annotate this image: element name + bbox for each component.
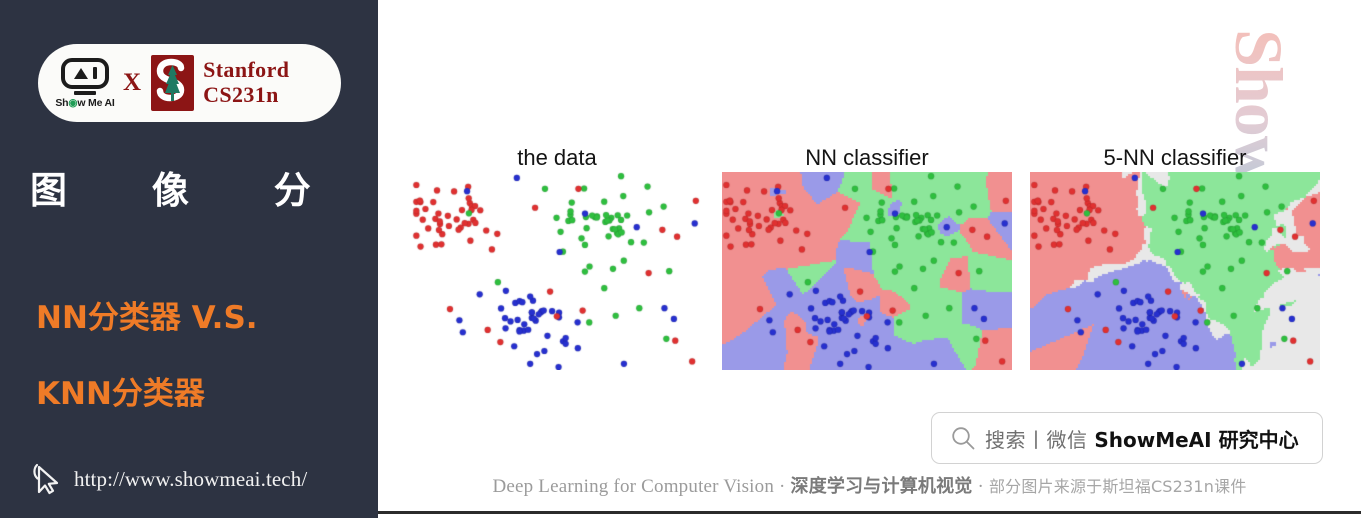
- panel-title-the-data: the data: [517, 145, 597, 170]
- subtitle-line-2: KNN分类器: [36, 376, 205, 412]
- wechat-search-bar[interactable]: 搜索丨微信 ShowMeAI 研究中心: [931, 412, 1323, 464]
- cursor-icon: [33, 463, 59, 495]
- plot-nn-classifier: [722, 172, 1012, 370]
- badge-separator: X: [123, 69, 142, 96]
- partner-line-2: CS231n: [203, 82, 279, 107]
- footer-chinese: 深度学习与计算机视觉: [790, 476, 973, 497]
- footer-source-note: 部分图片来源于斯坦福CS231n课件: [988, 477, 1247, 496]
- panel-title-5nn-classifier: 5-NN classifier: [1103, 145, 1247, 170]
- plot-the-data: [412, 172, 702, 370]
- main-content: ShowMeAI the data NN classifier 5-NN cla…: [378, 0, 1361, 518]
- footer-dot-2: ·: [977, 476, 984, 497]
- site-url-text: http://www.showmeai.tech/: [74, 466, 308, 491]
- caret-up-icon: [73, 67, 88, 79]
- monitor-icon: [61, 57, 109, 89]
- site-url-row[interactable]: http://www.showmeai.tech/: [32, 462, 307, 496]
- brand-badge: Sh◉w Me AI X Stanford CS231n: [38, 44, 341, 122]
- plot-5nn-classifier: [1030, 172, 1320, 370]
- page-title: 图 像 分 类: [30, 169, 378, 212]
- search-brand: ShowMeAI 研究中心: [1094, 427, 1299, 452]
- search-text: 搜索丨微信 ShowMeAI 研究中心: [985, 424, 1299, 453]
- footer-caption: Deep Learning for Computer Vision · 深度学习…: [378, 472, 1361, 498]
- search-label: 搜索丨微信: [985, 427, 1088, 452]
- footer-divider: [378, 511, 1361, 514]
- partner-name: Stanford CS231n: [203, 58, 289, 107]
- showmeai-wordmark: Sh◉w Me AI: [55, 96, 115, 109]
- footer-dot-1: ·: [779, 476, 786, 497]
- subtitle-line-1: NN分类器 V.S.: [36, 300, 258, 336]
- partner-line-1: Stanford: [203, 57, 290, 83]
- panel-title-nn-classifier: NN classifier: [805, 145, 929, 170]
- monitor-stand: [74, 91, 96, 95]
- slide-root: Sh◉w Me AI X Stanford CS231n 图 像 分 NN分类器…: [0, 0, 1361, 518]
- sidebar: Sh◉w Me AI X Stanford CS231n 图 像 分 NN分类器…: [0, 0, 378, 518]
- search-icon: [952, 426, 975, 449]
- bar-icon: [92, 67, 97, 79]
- stanford-logo-icon: [150, 54, 195, 112]
- showmeai-logo: Sh◉w Me AI: [54, 54, 116, 112]
- footer-english: Deep Learning for Computer Vision: [492, 476, 775, 497]
